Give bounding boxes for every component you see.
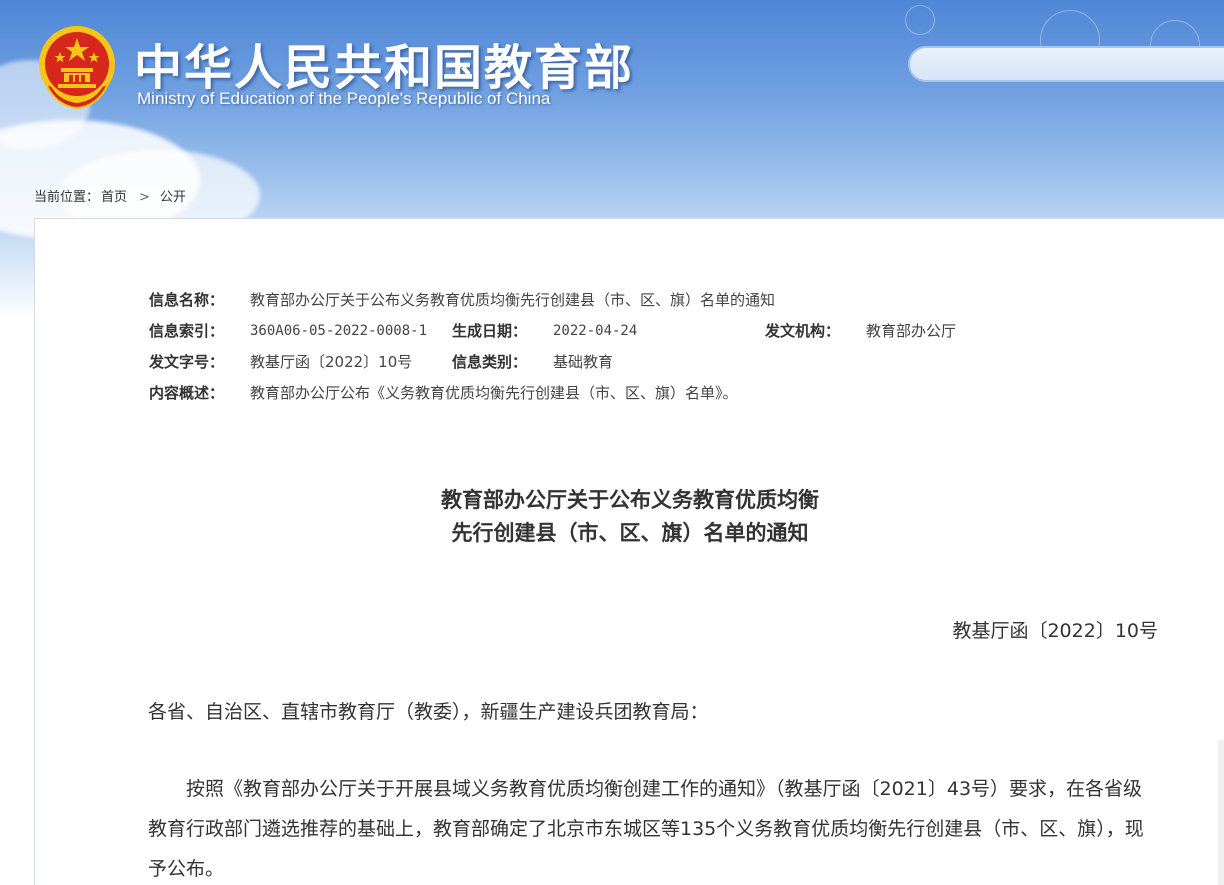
search-input[interactable]	[908, 46, 1224, 82]
meta-value: 360A06-05-2022-0008-1	[250, 323, 428, 339]
site-title[interactable]: 中华人民共和国教育部	[134, 28, 634, 98]
meta-label: 信息名称：	[149, 291, 225, 309]
salutation: 各省、自治区、直辖市教育厅（教委），新疆生产建设兵团教育局：	[148, 701, 709, 723]
meta-label: 信息索引：	[149, 322, 225, 340]
meta-value: 基础教育	[553, 353, 614, 371]
meta-value: 教育部办公厅关于公布义务教育优质均衡先行创建县（市、区、旗）名单的通知	[250, 291, 776, 309]
meta-label: 发文机构：	[765, 322, 841, 340]
national-emblem-icon	[39, 26, 115, 110]
breadcrumb-item-public[interactable]: 公开	[160, 190, 186, 205]
meta-value: 教育部办公厅公布《义务教育优质均衡先行创建县（市、区、旗）名单》。	[250, 384, 738, 402]
breadcrumb: 当前位置： 首页 > 公开	[34, 186, 188, 205]
site-subtitle: Ministry of Education of the People's Re…	[137, 89, 551, 108]
breadcrumb-item-home[interactable]: 首页	[101, 190, 127, 205]
meta-label: 生成日期：	[452, 322, 528, 340]
breadcrumb-separator: >	[139, 190, 150, 205]
scrollbar-edge[interactable]	[1218, 740, 1224, 885]
document-title-line2: 先行创建县（市、区、旗）名单的通知	[451, 521, 809, 545]
dandelion-decoration	[905, 5, 935, 35]
paragraph: 按照《教育部办公厅关于开展县域义务教育优质均衡创建工作的通知》（教基厅函〔202…	[148, 778, 1144, 880]
document-title-line1: 教育部办公厅关于公布义务教育优质均衡	[441, 488, 819, 512]
content-panel: 信息名称： 教育部办公厅关于公布义务教育优质均衡先行创建县（市、区、旗）名单的通…	[34, 218, 1224, 885]
meta-label: 发文字号：	[149, 353, 225, 371]
document-number: 教基厅函〔2022〕10号	[952, 620, 1158, 642]
meta-value: 教育部办公厅	[866, 322, 957, 340]
meta-value: 教基厅函〔2022〕10号	[250, 353, 413, 371]
meta-label: 内容概述：	[149, 384, 225, 402]
breadcrumb-prefix: 当前位置：	[34, 190, 100, 205]
meta-value: 2022-04-24	[553, 323, 638, 339]
meta-label: 信息类别：	[452, 353, 528, 371]
